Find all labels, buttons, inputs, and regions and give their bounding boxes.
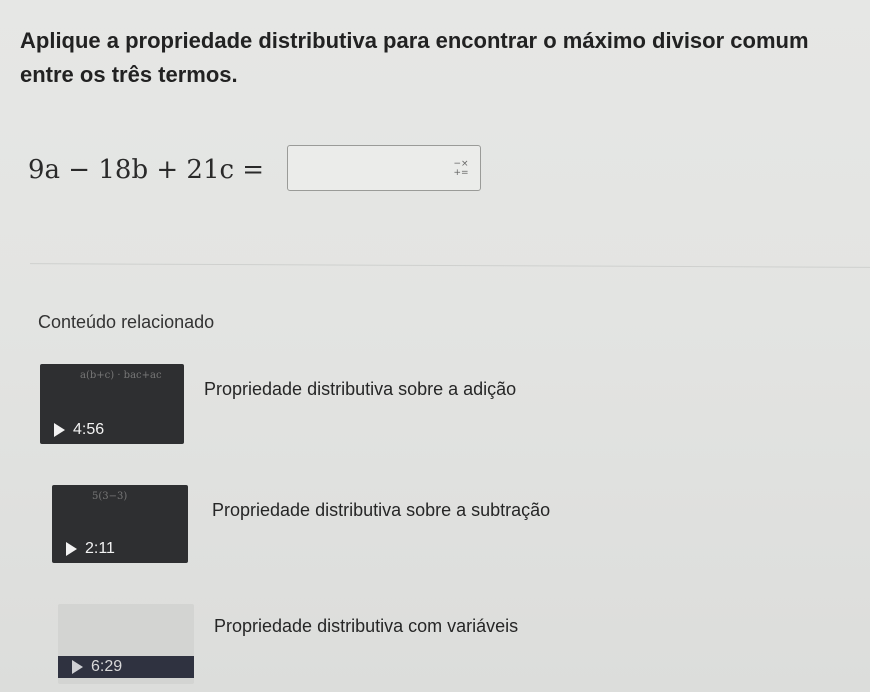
section-divider <box>30 263 870 268</box>
video-title[interactable]: Propriedade distributiva sobre a subtraç… <box>212 500 550 521</box>
play-icon <box>54 423 65 437</box>
thumbnail-scribble: 5(3−3) <box>92 491 128 502</box>
equation-expression: 9a − 18b + 21c = <box>28 150 264 190</box>
math-keypad-icon[interactable]: −× += <box>452 160 470 178</box>
play-icon <box>66 542 77 556</box>
question-text: Aplique a propriedade distributiva para … <box>20 28 809 87</box>
video-duration-bar: 2:11 <box>52 535 188 563</box>
video-thumbnail[interactable]: 5(3−3) 2:11 <box>52 485 188 563</box>
video-thumbnail[interactable]: a(b+c) · bac+ac 4:56 <box>40 364 184 444</box>
video-duration-bar: 4:56 <box>40 416 184 444</box>
video-duration: 2:11 <box>85 540 115 557</box>
video-duration-bar: 6:29 <box>58 656 194 678</box>
video-duration: 4:56 <box>73 421 105 438</box>
video-title[interactable]: Propriedade distributiva sobre a adição <box>204 379 516 400</box>
play-icon <box>72 660 83 674</box>
answer-input[interactable]: −× += <box>287 145 481 191</box>
video-thumbnail[interactable]: 6:29 <box>58 604 194 684</box>
equation-left-side: 9a − 18b + 21c = <box>28 155 265 185</box>
video-title[interactable]: Propriedade distributiva com variáveis <box>214 616 518 637</box>
video-duration: 6:29 <box>91 658 123 675</box>
thumbnail-scribble: a(b+c) · bac+ac <box>80 370 162 381</box>
related-content-heading: Conteúdo relacionado <box>38 312 215 332</box>
